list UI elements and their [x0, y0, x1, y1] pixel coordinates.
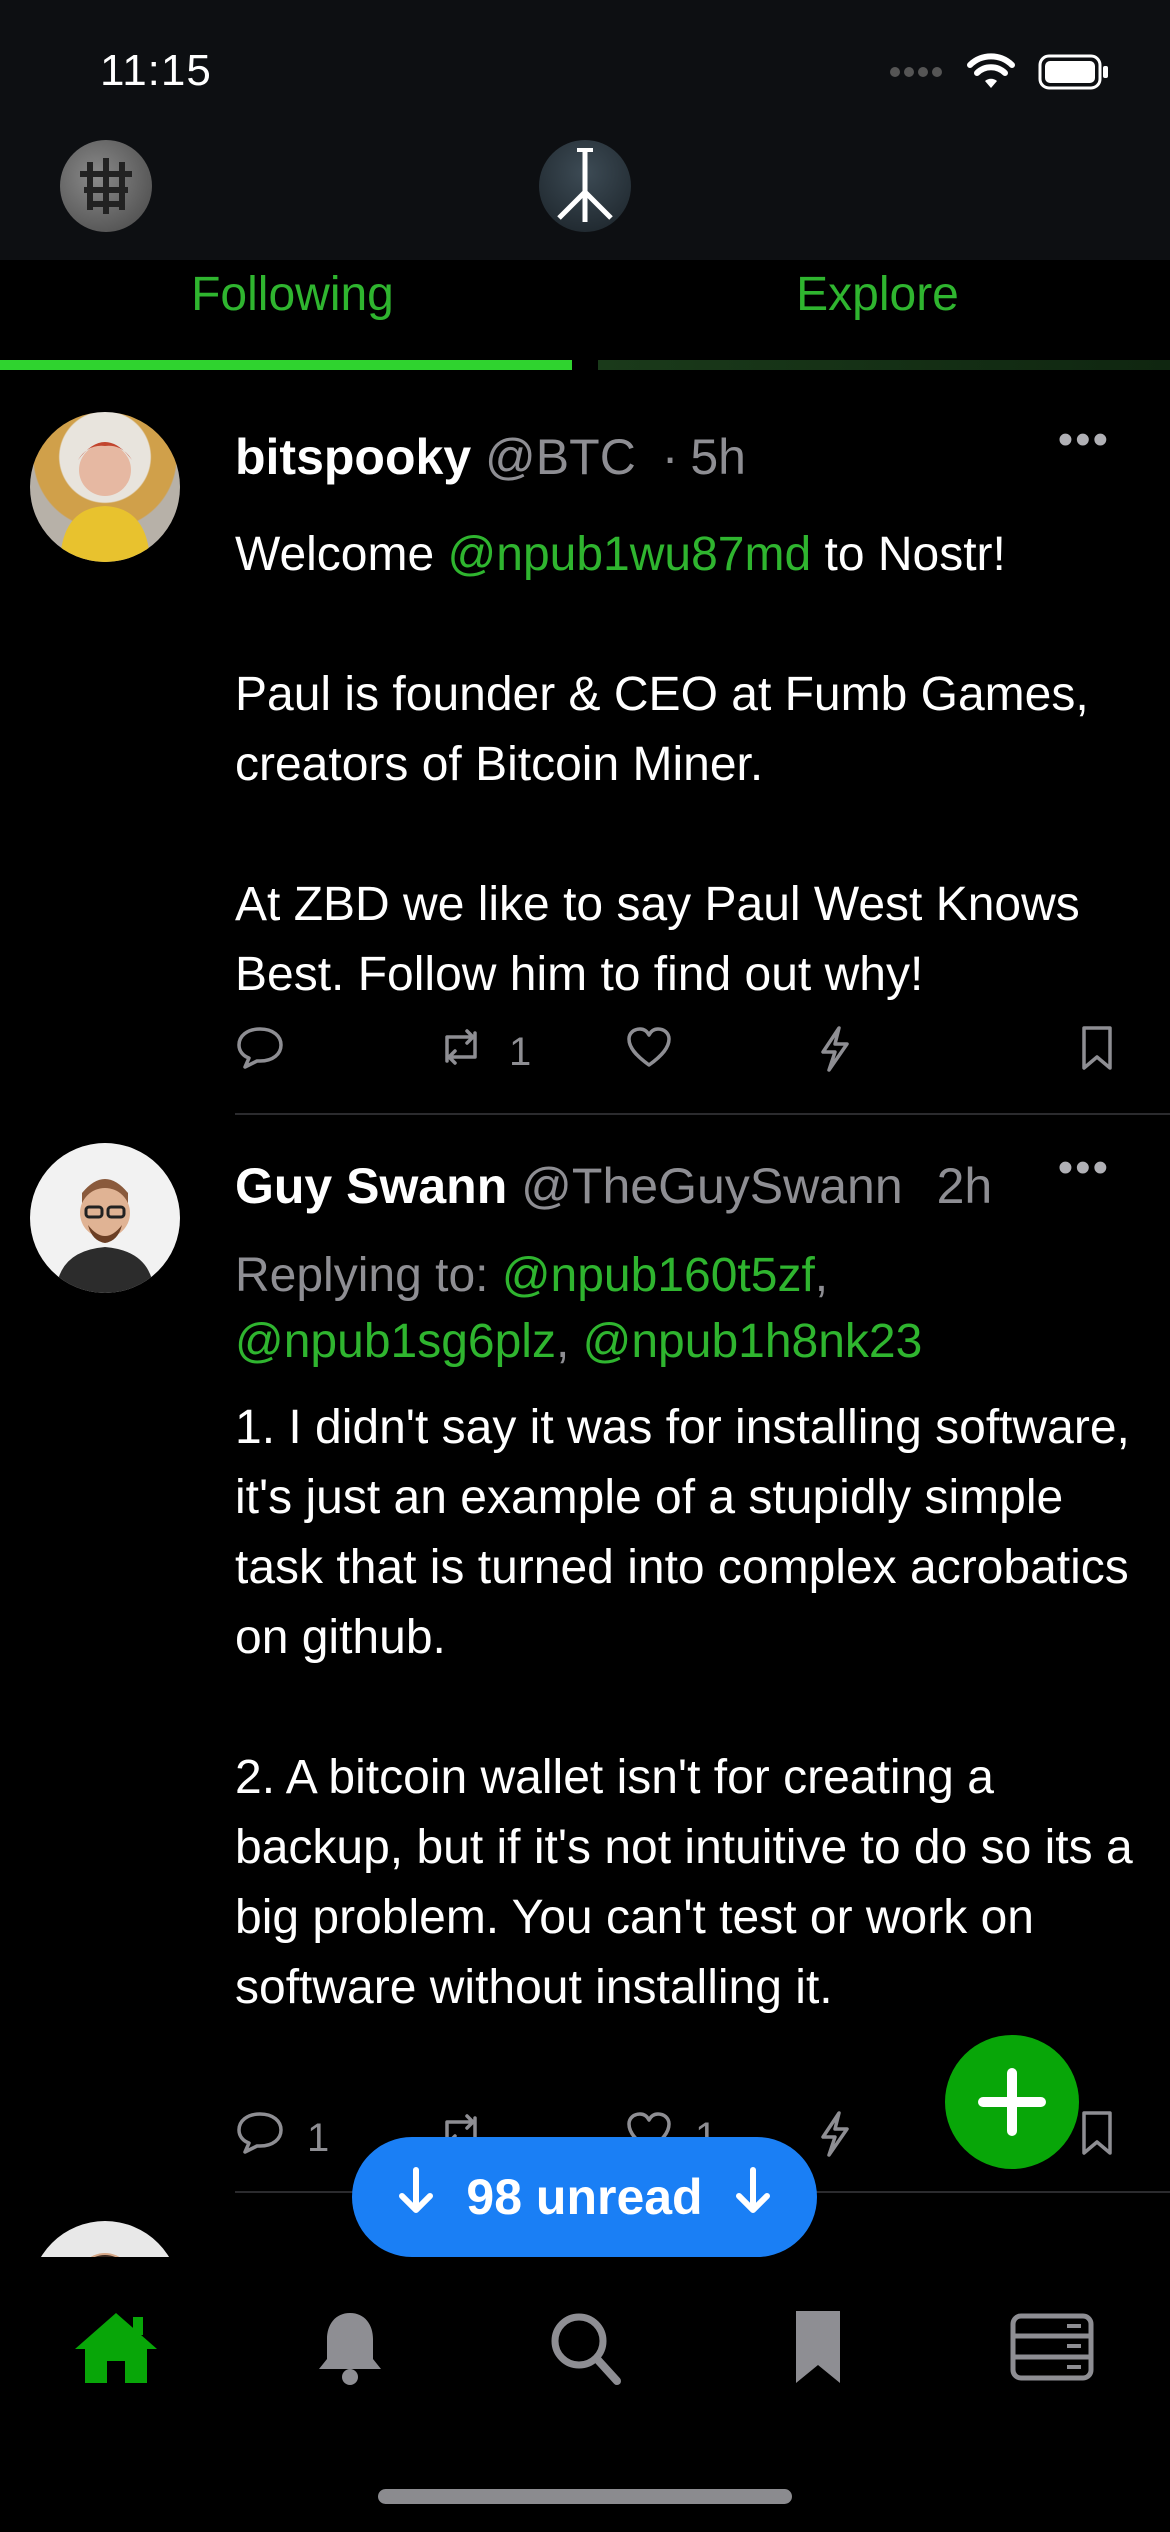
post-header: bitspooky @BTC · 5h [235, 428, 746, 486]
signal-icon [888, 65, 944, 84]
unread-label: 98 unread [466, 2169, 703, 2225]
post-body: 1. I didn't say it was for installing so… [235, 1401, 1133, 2014]
repost-icon [435, 1025, 487, 1079]
replying-label: Replying to: [235, 1249, 502, 1302]
wifi-icon [966, 52, 1016, 97]
separator: · [661, 429, 679, 485]
person-icon [60, 442, 150, 562]
tab-explore-indicator [598, 360, 1170, 370]
app-logo[interactable] [539, 140, 631, 232]
reply-icon [235, 1025, 285, 1081]
author-handle[interactable]: @BTC [485, 429, 636, 485]
post-time: 5h [690, 429, 746, 485]
profile-avatar[interactable] [60, 140, 152, 232]
home-indicator [378, 2489, 792, 2504]
bell-icon [319, 2313, 381, 2385]
notifications-tab[interactable] [300, 2297, 400, 2397]
zap-icon [815, 1025, 855, 1083]
mention-link[interactable]: @npub1h8nk23 [583, 1315, 923, 1368]
bookmark-button[interactable] [1080, 1025, 1114, 1081]
reply-count: 1 [307, 2115, 330, 2160]
unread-button[interactable]: 98 unread [352, 2137, 817, 2257]
mention-link[interactable]: @npub160t5zf [502, 1249, 815, 1302]
feed-tabs: Following Explore [0, 260, 1170, 370]
repost-count: 1 [509, 1029, 532, 1074]
zap-button[interactable] [815, 2110, 877, 2168]
reply-icon [235, 2110, 285, 2166]
home-tab[interactable] [66, 2297, 166, 2397]
search-icon [551, 2313, 621, 2385]
home-icon [75, 2313, 157, 2383]
author-handle[interactable]: @TheGuySwann [521, 1158, 903, 1214]
author-name[interactable]: Guy Swann [235, 1158, 507, 1214]
like-button[interactable] [625, 1025, 695, 1079]
post-time: 2h [936, 1158, 993, 1214]
arrow-down-icon [396, 2166, 436, 2228]
avatar[interactable] [30, 1143, 180, 1293]
bookmarks-tab[interactable] [768, 2297, 868, 2397]
avatar[interactable] [30, 2221, 180, 2257]
plus-icon [978, 2068, 1046, 2136]
tab-following[interactable]: Following [0, 260, 585, 330]
reply-button[interactable] [235, 1025, 307, 1081]
avatar[interactable] [30, 412, 180, 562]
person-icon [56, 1179, 154, 1293]
zap-button[interactable] [815, 1025, 877, 1083]
body-text: to Nostr! Paul is founder & CEO at Fumb … [235, 528, 1089, 1001]
relays-icon [1010, 2313, 1094, 2381]
status-icons [888, 52, 1110, 97]
zap-icon [815, 2110, 855, 2168]
mention-link[interactable]: @npub1sg6plz [235, 1315, 556, 1368]
replying-to: Replying to: @npub160t5zf, @npub1sg6plz, … [235, 1249, 923, 1368]
person-icon [90, 2253, 120, 2257]
arrow-down-icon [733, 2166, 773, 2228]
bookmark-icon [1080, 2110, 1114, 2166]
top-bar: 11:15 [0, 0, 1170, 260]
heart-icon [625, 1025, 673, 1079]
battery-icon [1038, 53, 1110, 96]
relays-tab[interactable] [1002, 2297, 1102, 2397]
status-time: 11:15 [100, 46, 212, 95]
mention-link[interactable]: @npub1wu87md [448, 528, 812, 581]
post-header: Guy Swann @TheGuySwann 2h [235, 1157, 992, 1215]
tab-following-indicator [0, 360, 572, 370]
bookmark-icon [796, 2311, 840, 2383]
post-item[interactable]: Guy Swann @TheGuySwann 2h ••• Replying t… [0, 1115, 1170, 2195]
body-text: Welcome [235, 528, 448, 581]
more-options-icon[interactable]: ••• [1058, 1143, 1110, 1193]
post-body: Welcome @npub1wu87md to Nostr! Paul is f… [235, 520, 1135, 1010]
tab-explore[interactable]: Explore [585, 260, 1170, 330]
bookmark-button[interactable] [1080, 2110, 1114, 2166]
post-item[interactable]: bitspooky @BTC · 5h ••• Welcome @npub1wu8… [0, 400, 1170, 1115]
post-actions: 1 [235, 1025, 1135, 1085]
bookmark-icon [1080, 1025, 1114, 1081]
search-tab[interactable] [535, 2297, 635, 2397]
author-name[interactable]: bitspooky [235, 429, 471, 485]
more-options-icon[interactable]: ••• [1058, 415, 1110, 465]
logo-icon [557, 148, 613, 222]
glyph-icon [80, 158, 132, 214]
reply-button[interactable]: 1 [235, 2110, 329, 2166]
compose-button[interactable] [945, 2035, 1079, 2169]
repost-button[interactable]: 1 [435, 1025, 531, 1079]
